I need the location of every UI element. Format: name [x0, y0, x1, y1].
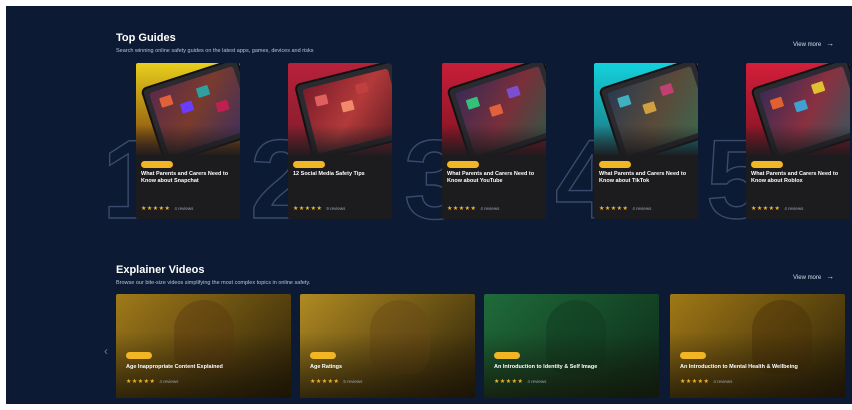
video-card[interactable]: Age Ratings ★★★★★ 5 reviews — [300, 294, 475, 398]
review-count: 4 reviews — [713, 379, 733, 384]
video-card[interactable]: An Introduction to Mental Health & Wellb… — [670, 294, 845, 398]
guide-card[interactable]: What Parents and Carers Need to Know abo… — [746, 63, 850, 219]
explainer-videos-view-more-link[interactable]: View more → — [793, 272, 834, 281]
category-badge — [126, 352, 152, 359]
category-badge — [751, 161, 783, 168]
review-count: 4 reviews — [527, 379, 547, 384]
arrow-right-icon: → — [826, 39, 835, 48]
review-count: 4 reviews — [784, 206, 804, 211]
card-title: What Parents and Carers Need to Know abo… — [141, 171, 229, 184]
card-title: What Parents and Carers Need to Know abo… — [751, 171, 839, 184]
category-badge — [447, 161, 479, 168]
rating-stars: ★★★★★ 4 reviews — [680, 379, 733, 385]
guide-card[interactable]: What Parents and Carers Need to Know abo… — [442, 63, 546, 219]
card-title: What Parents and Carers Need to Know abo… — [599, 171, 687, 184]
rating-stars: ★★★★★ 4 reviews — [126, 379, 179, 385]
category-badge — [599, 161, 631, 168]
category-badge — [310, 352, 336, 359]
view-more-label: View more — [793, 42, 822, 48]
guide-card[interactable]: What Parents and Carers Need to Know abo… — [594, 63, 698, 219]
rating-stars: ★★★★★ 9 reviews — [293, 206, 346, 212]
category-badge — [141, 161, 173, 168]
explainer-videos-subtitle: Browse our bite-size videos simplifying … — [116, 280, 311, 286]
review-count: 4 reviews — [159, 379, 179, 384]
rating-stars: ★★★★★ 4 reviews — [494, 379, 547, 385]
top-guides-subtitle: Search winning online safety guides on t… — [116, 48, 314, 54]
guide-card[interactable]: 12 Social Media Safety Tips ★★★★★ 9 revie… — [288, 63, 392, 219]
view-more-label: View more — [793, 275, 822, 281]
review-count: 4 reviews — [632, 206, 652, 211]
arrow-right-icon: → — [826, 272, 835, 281]
video-title: Age Inappropriate Content Explained — [126, 364, 223, 370]
rating-stars: ★★★★★ 5 reviews — [310, 379, 363, 385]
top-guides-view-more-link[interactable]: View more → — [793, 39, 834, 48]
rating-stars: ★★★★★ 4 reviews — [599, 206, 652, 212]
category-badge — [293, 161, 325, 168]
video-title: An Introduction to Identity & Self Image — [494, 364, 598, 370]
category-badge — [680, 352, 706, 359]
rating-stars: ★★★★★ 4 reviews — [141, 206, 194, 212]
guide-card[interactable]: What Parents and Carers Need to Know abo… — [136, 63, 240, 219]
video-card[interactable]: An Introduction to Identity & Self Image… — [484, 294, 659, 398]
card-title: What Parents and Carers Need to Know abo… — [447, 171, 535, 184]
review-count: 4 reviews — [480, 206, 500, 211]
review-count: 4 reviews — [174, 206, 194, 211]
video-card[interactable]: Age Inappropriate Content Explained ★★★★… — [116, 294, 291, 398]
rating-stars: ★★★★★ 4 reviews — [751, 206, 804, 212]
chevron-left-icon[interactable]: ‹ — [104, 344, 108, 358]
card-title: 12 Social Media Safety Tips — [293, 171, 365, 177]
category-badge — [494, 352, 520, 359]
explainer-videos-title: Explainer Videos — [116, 264, 205, 276]
video-title: Age Ratings — [310, 364, 343, 370]
review-count: 9 reviews — [326, 206, 346, 211]
main-panel: Top Guides Search winning online safety … — [6, 6, 852, 404]
rating-stars: ★★★★★ 4 reviews — [447, 206, 500, 212]
video-title: An Introduction to Mental Health & Wellb… — [680, 364, 798, 370]
review-count: 5 reviews — [343, 379, 363, 384]
top-guides-title: Top Guides — [116, 32, 176, 44]
